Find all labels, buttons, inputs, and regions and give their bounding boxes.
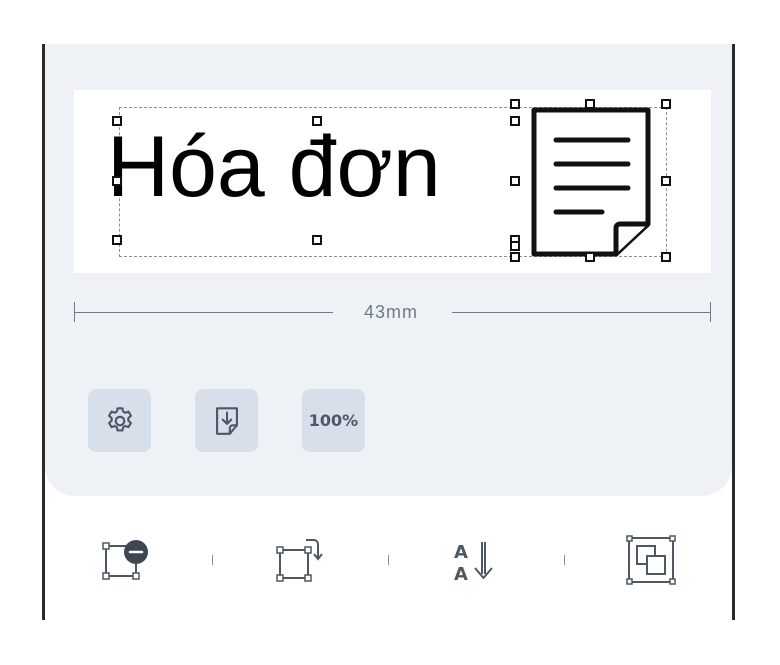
settings-button[interactable] — [88, 389, 151, 452]
graphic-handle-bottom-middle[interactable] — [585, 252, 595, 262]
layer-arrange-icon[interactable] — [626, 535, 678, 587]
graphic-handle-bottom-left[interactable] — [510, 252, 520, 262]
dimension-label: 43mm — [363, 302, 418, 322]
rotate-element-icon[interactable] — [274, 536, 328, 584]
graphic-handle-bottom-right[interactable] — [661, 252, 671, 262]
text-handle-bottom-middle[interactable] — [312, 235, 322, 245]
download-document-icon — [215, 406, 238, 435]
bottom-separator-1 — [212, 555, 213, 565]
zoom-level-label: 100% — [308, 411, 359, 430]
svg-text:A: A — [454, 564, 468, 584]
text-handle-bottom-left[interactable] — [112, 235, 122, 245]
dimension-line-right — [452, 312, 711, 313]
graphic-handle-top-middle[interactable] — [585, 99, 595, 109]
graphic-handle-top-left[interactable] — [510, 99, 520, 109]
graphic-handle-middle-right[interactable] — [661, 176, 671, 186]
text-direction-icon[interactable]: A A — [450, 538, 504, 584]
document-graphic-element[interactable] — [530, 106, 652, 258]
import-button[interactable] — [195, 389, 258, 452]
graphic-handle-bottom-left-inner[interactable] — [510, 241, 520, 251]
text-handle-top-right[interactable] — [510, 116, 520, 126]
bottom-separator-3 — [564, 555, 565, 565]
dimension-cap-right — [710, 302, 711, 322]
gear-icon — [107, 406, 132, 432]
graphic-handle-top-right[interactable] — [661, 99, 671, 109]
text-handle-top-left[interactable] — [112, 116, 122, 126]
label-text-element[interactable]: Hóa đơn — [107, 124, 441, 210]
remove-element-icon[interactable] — [100, 536, 154, 584]
text-handle-middle-left[interactable] — [112, 176, 122, 186]
text-handle-top-middle[interactable] — [312, 116, 322, 126]
dimension-line-left — [74, 312, 333, 313]
svg-text:A: A — [454, 542, 468, 563]
right-frame-border — [732, 44, 735, 620]
text-handle-middle-right[interactable] — [510, 176, 520, 186]
zoom-button[interactable]: 100% — [302, 389, 365, 452]
bottom-separator-2 — [388, 555, 389, 565]
